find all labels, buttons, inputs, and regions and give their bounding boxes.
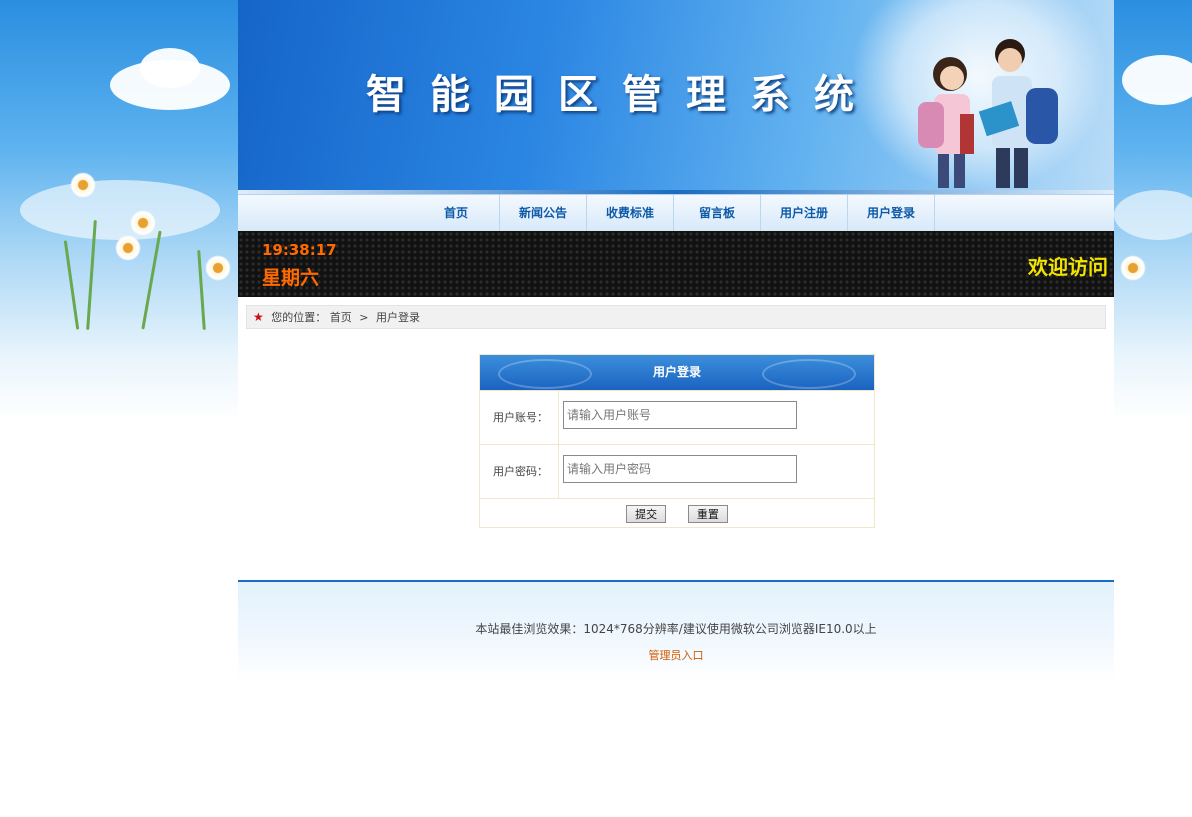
login-form-header: 用户登录	[480, 355, 874, 390]
header-banner: 智能园区管理系统	[238, 0, 1114, 190]
flower-icon	[70, 172, 96, 198]
flower-icon	[130, 210, 156, 236]
password-row: 用户密码：	[480, 444, 874, 498]
flower-icon	[1120, 255, 1146, 281]
breadcrumb-prefix: 您的位置：	[271, 311, 327, 324]
right-sky-decoration	[1114, 0, 1192, 420]
nav-item-messages[interactable]: 留言板	[674, 195, 761, 231]
reset-button[interactable]: 重置	[687, 505, 728, 523]
students-illustration	[918, 39, 1058, 188]
weekday: 星期六	[262, 267, 320, 289]
clock-time: 19:38:17	[262, 241, 337, 259]
footer-copyright: 本站最佳浏览效果：1024*768分辨率/建议使用微软公司浏览器IE10.0以上	[475, 622, 877, 636]
flower-icon	[115, 235, 141, 261]
flower-icon	[205, 255, 231, 281]
nav-item-home[interactable]: 首页	[413, 195, 500, 231]
breadcrumb-home-link[interactable]: 首页	[330, 311, 352, 324]
led-info-bar: 19:38:17 星期六 欢迎访问	[238, 231, 1114, 297]
login-form: 用户登录 用户账号： 用户密码： 提交 重置	[479, 354, 875, 528]
account-row: 用户账号：	[480, 390, 874, 444]
main-nav: 首页 新闻公告 收费标准 留言板 用户注册 用户登录	[238, 194, 1114, 231]
footer: 本站最佳浏览效果：1024*768分辨率/建议使用微软公司浏览器IE10.0以上…	[238, 580, 1114, 682]
nav-item-register[interactable]: 用户注册	[761, 195, 848, 231]
submit-button[interactable]: 提交	[626, 505, 667, 523]
page-container: 智能园区管理系统 首页 新闻公告 收费标准 留言板 用户注册 用户登录 19:3…	[238, 0, 1114, 329]
nav-item-login[interactable]: 用户登录	[848, 195, 935, 231]
site-title: 智能园区管理系统	[366, 71, 878, 118]
welcome-marquee: 欢迎访问	[1028, 255, 1108, 279]
star-icon: ★	[253, 310, 264, 324]
breadcrumb: ★ 您的位置： 首页 > 用户登录	[246, 305, 1106, 329]
admin-entry-link[interactable]: 管理员入口	[238, 647, 1114, 663]
breadcrumb-separator: >	[359, 311, 369, 324]
login-form-title: 用户登录	[652, 365, 701, 379]
account-label: 用户账号：	[493, 411, 548, 424]
password-input[interactable]	[563, 455, 797, 483]
nav-item-news[interactable]: 新闻公告	[500, 195, 587, 231]
account-input[interactable]	[563, 401, 797, 429]
nav-item-fees[interactable]: 收费标准	[587, 195, 674, 231]
password-label: 用户密码：	[493, 465, 548, 478]
left-sky-decoration	[0, 0, 238, 420]
form-actions: 提交 重置	[480, 498, 874, 527]
breadcrumb-current: 用户登录	[375, 311, 420, 324]
